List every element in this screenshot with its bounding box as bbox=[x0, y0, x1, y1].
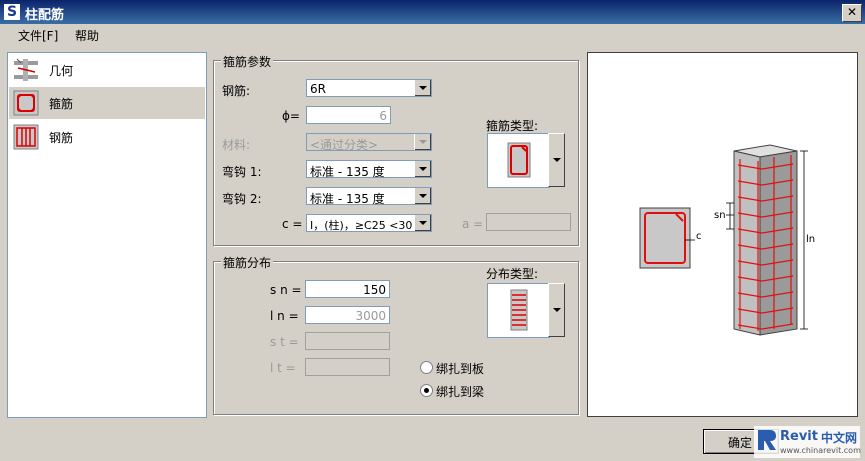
stirrup-type-preview[interactable] bbox=[487, 133, 550, 188]
group-title: 箍筋分布 bbox=[221, 254, 274, 271]
sn-value: 150 bbox=[363, 283, 386, 297]
group-title: 箍筋参数 bbox=[221, 53, 274, 70]
distribution-shape-icon bbox=[510, 289, 528, 331]
stirrup-type-label: 箍筋类型: bbox=[486, 119, 539, 133]
menu-file[interactable]: 文件[F] bbox=[18, 27, 58, 44]
nav-panel: 几何 箍筋 钢筋 bbox=[7, 52, 207, 418]
material-value: <通过分类> bbox=[310, 138, 379, 152]
c-label: c = bbox=[282, 217, 303, 231]
stirrup-shape-icon bbox=[507, 142, 531, 178]
cover-value: I，(柱)，≥C25 <30 > bbox=[310, 219, 426, 232]
watermark-url: www.chinarevit.com bbox=[780, 446, 861, 455]
label-ln: ln bbox=[806, 234, 815, 245]
ok-label: 确定 bbox=[728, 436, 753, 450]
hook1-label: 弯钩 1: bbox=[222, 165, 262, 179]
stirrup-type-dropdown[interactable] bbox=[548, 133, 565, 187]
hook2-label: 弯钩 2: bbox=[222, 192, 262, 206]
menu-help[interactable]: 帮助 bbox=[75, 27, 99, 44]
ln-field[interactable]: 3000 bbox=[305, 306, 390, 324]
watermark-brand: Revit bbox=[780, 429, 818, 444]
st-field[interactable] bbox=[305, 332, 390, 350]
material-label: 材料: bbox=[222, 138, 251, 152]
cover-select[interactable]: I，(柱)，≥C25 <30 > bbox=[306, 214, 432, 232]
nav-item-rebar[interactable]: 钢筋 bbox=[9, 121, 205, 153]
phi-value: 6 bbox=[379, 109, 387, 123]
close-icon: ✕ bbox=[846, 5, 858, 19]
st-label: s t = bbox=[270, 335, 299, 349]
column-preview-drawing: c sn ln bbox=[639, 144, 815, 336]
nav-item-stirrup[interactable]: 箍筋 bbox=[9, 87, 205, 119]
nav-item-geometry[interactable]: 几何 bbox=[9, 54, 205, 86]
stirrup-icon bbox=[13, 90, 39, 116]
window-title: 柱配筋 bbox=[25, 8, 65, 23]
chevron-down-icon[interactable] bbox=[414, 161, 431, 177]
a-label: a = bbox=[462, 217, 484, 231]
watermark-brand-cn: 中文网 bbox=[821, 431, 858, 445]
rebar-icon bbox=[13, 124, 39, 150]
rebar-label: 钢筋: bbox=[222, 84, 251, 98]
radio-tie-to-beam-label[interactable]: 绑扎到梁 bbox=[436, 383, 484, 400]
phi-label: ϕ= bbox=[282, 109, 300, 123]
ln-value: 3000 bbox=[355, 309, 386, 323]
label-sn: sn bbox=[714, 210, 726, 221]
chevron-down-icon[interactable] bbox=[414, 215, 431, 231]
menu-bar: 文件[F] 帮助 bbox=[0, 24, 865, 45]
radio-tie-to-slab-label[interactable]: 绑扎到板 bbox=[436, 360, 484, 377]
chevron-down-icon[interactable] bbox=[414, 134, 431, 150]
material-select[interactable]: <通过分类> bbox=[306, 133, 432, 152]
sn-label: s n = bbox=[270, 283, 302, 297]
a-field[interactable] bbox=[486, 213, 571, 231]
sn-field[interactable]: 150 bbox=[305, 280, 390, 298]
rebar-value: 6R bbox=[310, 82, 326, 96]
radio-tie-to-slab[interactable] bbox=[420, 361, 433, 374]
distribution-type-preview[interactable] bbox=[487, 283, 550, 338]
nav-label: 几何 bbox=[49, 64, 74, 78]
revit-logo-icon bbox=[758, 430, 776, 450]
close-button[interactable]: ✕ bbox=[842, 4, 862, 22]
lt-field[interactable] bbox=[305, 358, 390, 376]
radio-tie-to-beam[interactable] bbox=[420, 384, 433, 397]
phi-field[interactable]: 6 bbox=[306, 106, 391, 124]
distribution-type-dropdown[interactable] bbox=[548, 283, 565, 337]
lt-label: l t = bbox=[270, 361, 296, 375]
ln-label: l n = bbox=[270, 309, 299, 323]
title-bar: S 柱配筋 ✕ bbox=[0, 0, 865, 24]
hook1-select[interactable]: 标准 - 135 度 bbox=[306, 160, 432, 179]
label-c: c bbox=[696, 231, 702, 242]
geometry-icon bbox=[14, 58, 38, 81]
hook2-select[interactable]: 标准 - 135 度 bbox=[306, 187, 432, 206]
nav-label: 箍筋 bbox=[49, 97, 74, 111]
chevron-down-icon[interactable] bbox=[414, 80, 431, 96]
nav-label: 钢筋 bbox=[49, 131, 74, 145]
hook2-value: 标准 - 135 度 bbox=[310, 192, 385, 206]
watermark: Revit 中文网 www.chinarevit.com bbox=[754, 426, 861, 458]
chevron-down-icon[interactable] bbox=[414, 188, 431, 204]
rebar-select[interactable]: 6R bbox=[306, 79, 432, 97]
hook1-value: 标准 - 135 度 bbox=[310, 165, 385, 179]
app-logo: S bbox=[4, 4, 20, 20]
distribution-type-label: 分布类型: bbox=[486, 267, 539, 281]
preview-panel: c sn ln bbox=[587, 52, 858, 417]
